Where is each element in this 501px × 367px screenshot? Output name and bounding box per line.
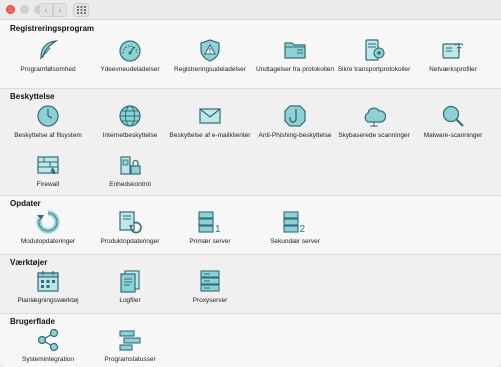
product-update-icon bbox=[118, 210, 142, 234]
section-vaerktojer: Værktøjer Planlægningsværktøj Logfiler P… bbox=[0, 255, 501, 313]
gauge-icon bbox=[118, 38, 142, 62]
calendar-icon bbox=[36, 269, 60, 293]
section-opdater: Opdater Modulopdateringer Produktopdater… bbox=[0, 196, 501, 254]
item-label: Planlægningsværktøj bbox=[17, 297, 79, 304]
item-label: Malware-scanninger bbox=[423, 132, 483, 139]
share-icon bbox=[36, 328, 60, 352]
status-bars-icon bbox=[118, 328, 142, 352]
section-beskyttelse: Beskyttelse Beskyttelse af filsystem Int… bbox=[0, 89, 501, 195]
item-label: Firewall bbox=[36, 181, 60, 188]
item-label: Produktopdateringer bbox=[100, 238, 160, 245]
back-button[interactable]: ‹ bbox=[39, 3, 53, 17]
svg-text:1: 1 bbox=[215, 224, 221, 234]
clock-icon bbox=[36, 104, 60, 128]
server-1-icon: 1 bbox=[198, 210, 222, 234]
chevron-left-icon: ‹ bbox=[44, 5, 48, 15]
minimize-button[interactable] bbox=[20, 5, 29, 14]
preferences-window: ‹ › Registreringsprogram Programfølsomhe… bbox=[0, 0, 501, 367]
feather-icon bbox=[36, 38, 60, 62]
item-label: Proxyserver bbox=[192, 297, 228, 304]
refresh-icon bbox=[36, 210, 60, 234]
server-2-icon: 2 bbox=[283, 210, 307, 234]
magnifier-icon bbox=[441, 104, 465, 128]
show-all-button[interactable] bbox=[73, 3, 89, 17]
item-label: Beskyttelse af e-mailklienter bbox=[169, 132, 251, 139]
firewall-icon bbox=[36, 153, 60, 177]
item-label: Undtagelser fra protokollen bbox=[255, 66, 335, 73]
item-label: Systemintegration bbox=[21, 356, 75, 363]
item-label: Anti-Phishing-beskyttelse bbox=[258, 132, 332, 139]
item-label: Enhedskontrol bbox=[109, 181, 151, 188]
item-label: Modulopdateringer bbox=[20, 238, 76, 245]
item-label: Programfølsomhed bbox=[20, 66, 76, 73]
item-label: Beskyttelse af filsystem bbox=[14, 132, 82, 139]
section-title: Beskyttelse bbox=[10, 92, 55, 101]
grid-icon bbox=[77, 6, 86, 14]
section-title: Brugerflade bbox=[10, 317, 55, 326]
envelope-icon bbox=[198, 104, 222, 128]
proxy-server-icon bbox=[198, 269, 222, 293]
preferences-content: Registreringsprogram Programfølsomhed Yd… bbox=[0, 21, 501, 367]
item-label: Logfiler bbox=[119, 297, 141, 304]
warning-shield-icon bbox=[198, 38, 222, 62]
globe-icon bbox=[118, 104, 142, 128]
log-files-icon bbox=[118, 269, 142, 293]
secure-server-icon bbox=[362, 38, 386, 62]
section-registreringsprogram: Registreringsprogram Programfølsomhed Yd… bbox=[0, 21, 501, 88]
chevron-right-icon: › bbox=[58, 5, 62, 15]
section-title: Opdater bbox=[10, 199, 41, 208]
item-label: Netværksprofiler bbox=[429, 66, 477, 73]
section-brugerflade: Brugerflade Systemintegration Programsta… bbox=[0, 314, 501, 367]
item-label: Sekundær server bbox=[270, 238, 320, 245]
title-bar: ‹ › bbox=[0, 0, 501, 20]
section-title: Værktøjer bbox=[10, 258, 48, 267]
item-label: Primær server bbox=[189, 238, 231, 245]
folder-icon bbox=[283, 38, 307, 62]
hook-icon bbox=[283, 104, 307, 128]
item-label: Ydeevneudeladelser bbox=[100, 66, 160, 73]
section-title: Registreringsprogram bbox=[10, 24, 95, 33]
forward-button[interactable]: › bbox=[53, 3, 67, 17]
item-label: Programstatusser bbox=[104, 356, 156, 363]
close-button[interactable] bbox=[6, 5, 15, 14]
item-label: Registreringsudeladelser bbox=[174, 66, 246, 73]
network-profile-icon bbox=[441, 38, 465, 62]
item-label: Sikre transportprotokoller bbox=[337, 66, 411, 73]
svg-text:2: 2 bbox=[300, 224, 306, 234]
cloud-icon bbox=[362, 104, 386, 128]
item-label: Internetbeskyttelse bbox=[102, 132, 158, 139]
item-label: Skybaserede scanninger bbox=[338, 132, 410, 139]
device-lock-icon bbox=[118, 153, 142, 177]
